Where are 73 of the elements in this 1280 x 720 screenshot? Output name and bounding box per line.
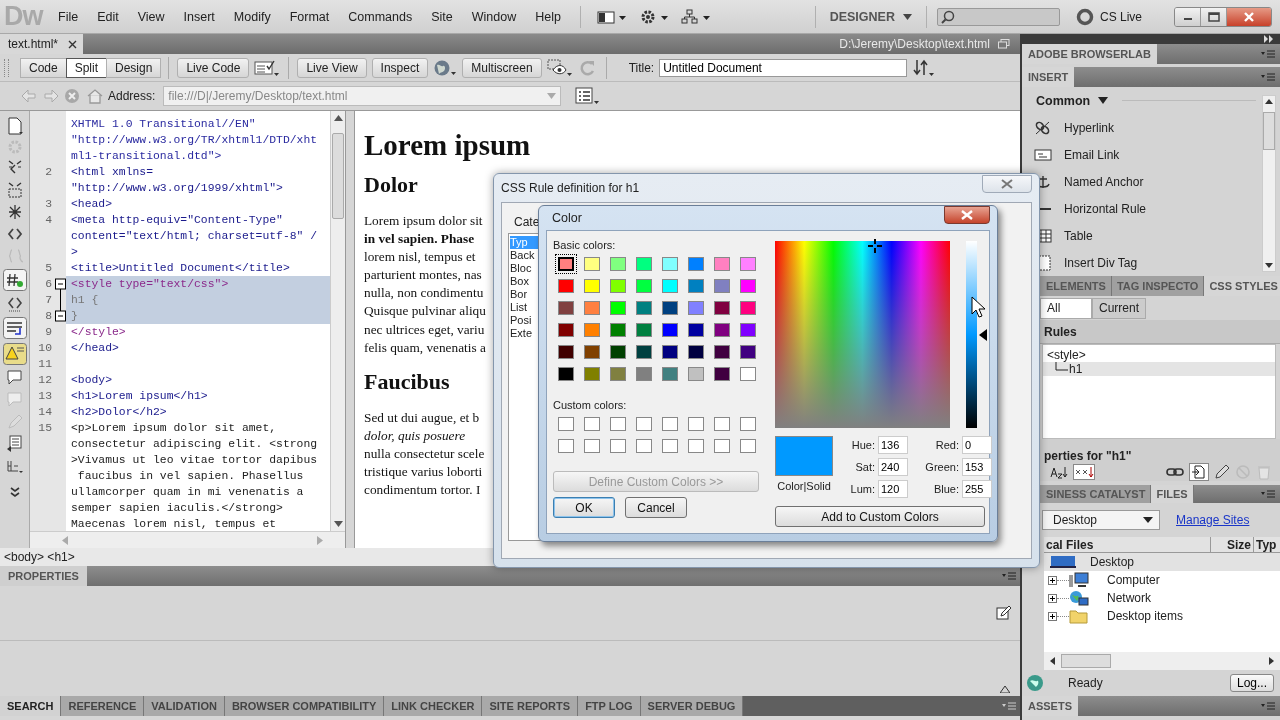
code-line: XHTML 1.0 Transitional//EN" (71, 118, 256, 130)
line-number: 11 (38, 358, 52, 370)
dialog-title: CSS Rule definition for h1 (501, 181, 640, 195)
section-label: Custom colors: (553, 399, 628, 411)
code-line: content="text/html; charset=utf-8" / (71, 230, 318, 242)
line-number: 5 (45, 262, 52, 274)
line-number: 2 (45, 166, 52, 178)
paragraph-line: lorem nisl, tempus et (364, 248, 476, 267)
code-line: <body> (71, 374, 112, 386)
paragraph-line: felis quam, venenatis a (364, 338, 486, 357)
field-label: Sat: (854, 460, 875, 475)
code-line: "http://www.w3.org/TR/xhtml1/DTD/xht (71, 134, 318, 146)
paragraph-line: nulla consectetur scele (364, 444, 485, 463)
field-label: Red: (934, 438, 959, 453)
paragraph-line: dolor, quis posuere (364, 426, 466, 445)
line-number: 3 (45, 198, 52, 210)
file-path: D:\Jeremy\Desktop\text.html (839, 37, 990, 51)
line-number: 10 (38, 342, 52, 354)
page-heading: Lorem ipsum (364, 129, 531, 162)
dialog-title: Color (552, 211, 582, 225)
code-line: <head> (71, 198, 112, 210)
paragraph-line: condimentum tortor. I (364, 481, 481, 500)
field-label: Lum: (849, 482, 875, 497)
paragraph-line: Quisque pulvinar aliqu (364, 302, 486, 321)
code-line: <style type="text/css"> (71, 278, 229, 290)
section-heading: Faucibus (364, 368, 450, 395)
code-line: <title>Untitled Document</title> (71, 262, 290, 274)
code-line: ullamcorper quam in mi venenatis a (71, 486, 304, 498)
code-line: Maecenas lorem nisl, tempus et (71, 518, 277, 530)
line-number: 12 (38, 374, 52, 386)
code-line: semper sapien iaculis.</strong> (71, 502, 283, 514)
line-number: 9 (45, 326, 52, 338)
code-line: </head> (71, 342, 119, 354)
paragraph-line: tristique varius loborti (364, 463, 483, 482)
code-line: <h2>Dolor</h2> (71, 406, 167, 418)
status-text: Ready (1068, 676, 1103, 690)
section-label: Basic colors: (553, 239, 617, 251)
code-line: consectetur adipiscing elit. <strong (71, 438, 318, 450)
paragraph-line: in vel sapien. Phase (364, 230, 475, 249)
paragraph-line: nulla, non condimentu (364, 284, 484, 303)
line-number: 8 (45, 310, 52, 322)
code-line: <p>Lorem ipsum dolor sit amet, (71, 422, 277, 434)
title-label: Title: (628, 60, 655, 75)
preview-label: Color|Solid (777, 480, 831, 492)
paragraph-line: Sed ut dui augue, et b (364, 408, 480, 427)
line-number: 15 (38, 422, 52, 434)
code-line: h1 { (71, 294, 99, 306)
line-number: 6 (45, 278, 52, 290)
paragraph-line: Lorem ipsum dolor sit (364, 212, 483, 230)
code-line: faucibus in vel sapien. Phasellus (76, 470, 304, 482)
section-heading: Dolor (364, 172, 418, 198)
line-number: 7 (45, 294, 52, 306)
line-number: 4 (45, 214, 52, 226)
paragraph-line: nec ultrices eget, variu (364, 320, 485, 339)
code-line: <meta http-equiv="Content-Type" (71, 214, 283, 226)
field-label: Blue: (932, 482, 959, 497)
section-header: Rules (1044, 324, 1077, 339)
code-line: </style> (71, 326, 126, 338)
code-line: <h1>Lorem ipsum</h1> (71, 390, 208, 402)
section-header: perties for "h1" (1044, 449, 1132, 463)
code-line: "http://www.w3.org/1999/xhtml"> (71, 182, 283, 194)
code-line: ml1-transitional.dtd"> (71, 150, 222, 162)
line-number: 14 (38, 406, 52, 418)
code-line: <html xmlns= (71, 166, 154, 178)
code-line: > (71, 246, 78, 258)
code-line: } (71, 310, 78, 322)
code-line: >Vivamus ut leo vitae tortor dapibus (71, 454, 318, 466)
field-label: Hue: (850, 438, 875, 453)
line-number: 13 (38, 390, 52, 402)
field-label: Green: (924, 460, 959, 475)
address-label: Address: (108, 89, 156, 103)
paragraph-line: parturient montes, nas (364, 266, 482, 285)
field-label: Cate (514, 215, 540, 229)
